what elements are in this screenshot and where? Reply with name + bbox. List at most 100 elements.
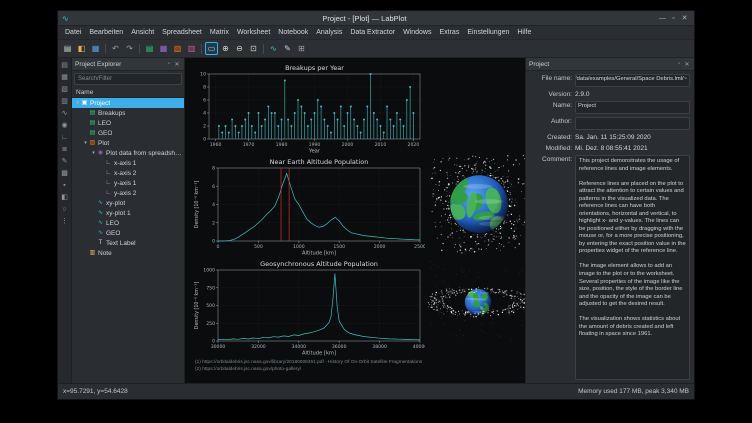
undock-icon[interactable]: ▫ — [675, 61, 683, 67]
tool-spreadsheet-icon[interactable]: ▤ — [59, 60, 70, 70]
tool-curve-icon[interactable]: ∿ — [59, 108, 70, 118]
tree-item-plot[interactable]: ▾▧Plot — [72, 138, 184, 148]
tree-item-leo[interactable]: ∿LEO — [72, 218, 184, 228]
tree-item-y-axis-2[interactable]: ∟y-axis 2 — [72, 188, 184, 198]
undo-icon[interactable]: ↶ — [109, 42, 122, 55]
svg-text:250: 250 — [206, 321, 215, 327]
tool-axis-icon[interactable]: ∟ — [59, 132, 70, 142]
zoom-out-icon[interactable]: ⊖ — [233, 42, 246, 55]
expander-icon[interactable]: ▾ — [82, 140, 89, 146]
menu-data-extractor[interactable]: Data Extractor — [346, 29, 399, 36]
close-icon[interactable]: ✕ — [683, 61, 691, 68]
save-project-icon[interactable]: ▦ — [89, 42, 102, 55]
author-input[interactable] — [575, 117, 690, 130]
tool-label-icon[interactable]: ✎ — [59, 156, 70, 166]
tree-item-text-label[interactable]: TText Label — [72, 238, 184, 248]
tool-datapicker-icon[interactable]: ○ — [59, 204, 70, 214]
open-project-icon[interactable]: ◧ — [75, 42, 88, 55]
expander-icon[interactable]: ▾ — [90, 150, 97, 156]
minimize-icon[interactable]: — — [657, 15, 668, 22]
menu-datei[interactable]: Datei — [61, 29, 85, 36]
close-icon[interactable]: ✕ — [679, 14, 690, 22]
tree-item-project[interactable]: ▾▣Project — [72, 98, 184, 108]
menu-worksheet[interactable]: Worksheet — [233, 29, 274, 36]
new-project-icon[interactable]: ▤ — [61, 42, 74, 55]
svg-text:Breakups per Year: Breakups per Year — [285, 64, 344, 72]
name-input[interactable]: Project — [575, 101, 690, 114]
zoom-in-icon[interactable]: ⊕ — [219, 42, 232, 55]
menu-extras[interactable]: Extras — [435, 29, 463, 36]
earth-geo-ring-image[interactable] — [427, 261, 525, 343]
svg-text:Near Earth Altitude Population: Near Earth Altitude Population — [270, 158, 369, 166]
select-mode-icon[interactable]: ▭ — [205, 42, 218, 55]
menu-einstellungen[interactable]: Einstellungen — [463, 29, 513, 36]
search-input[interactable]: Search/Filter — [74, 73, 182, 85]
toolbar-separator — [139, 44, 140, 54]
svg-text:Density [10⁻⁹ km⁻³]: Density [10⁻⁹ km⁻³] — [194, 282, 200, 330]
new-matrix-icon[interactable]: ▦ — [157, 42, 170, 55]
close-icon[interactable]: ✕ — [173, 61, 181, 68]
tree-item-plot-data-from-spreadsheet[interactable]: ▾◉Plot data from spreadsheet — [72, 148, 184, 158]
tool-legend-icon[interactable]: ≣ — [59, 144, 70, 154]
svg-text:Altitude [km]: Altitude [km] — [302, 351, 336, 357]
file-name-input[interactable]: ~/Projekte/labplot/data/examples/General… — [575, 74, 690, 87]
tree-item-label: GEO — [106, 230, 120, 237]
comment-textarea[interactable]: This project demonstrates the usage of r… — [575, 155, 690, 380]
tool-folder-icon[interactable]: ◧ — [59, 192, 70, 202]
menu-matrix[interactable]: Matrix — [206, 29, 233, 36]
tree-item-xy-plot[interactable]: ∿xy-plot — [72, 198, 184, 208]
tree-item-x-axis-2[interactable]: ∟x-axis 2 — [72, 168, 184, 178]
menu-spreadsheet[interactable]: Spreadsheet — [158, 29, 206, 36]
svg-text:8: 8 — [212, 166, 215, 172]
tree-column-header[interactable]: Name — [72, 87, 184, 98]
svg-text:1970: 1970 — [243, 142, 255, 148]
tree-item-x-axis-1[interactable]: ∟x-axis 1 — [72, 158, 184, 168]
tool-plot-icon[interactable]: ◉ — [59, 120, 70, 130]
labplot-window: ∿ Project - [Plot] — LabPlot — ▫ ✕ Datei… — [57, 10, 695, 400]
tree-item-y-axis-1[interactable]: ∟y-axis 1 — [72, 178, 184, 188]
tree-item-breakups[interactable]: ▤Breakups — [72, 108, 184, 118]
curve-icon: ∿ — [97, 230, 104, 237]
tool-more-icon[interactable]: ⋮ — [59, 216, 70, 226]
new-worksheet-icon[interactable]: ▧ — [171, 42, 184, 55]
worksheet-view[interactable]: 19601970198019902000201020200246810Break… — [185, 58, 525, 383]
menu-notebook[interactable]: Notebook — [274, 29, 312, 36]
tool-notebook-icon[interactable]: ▥ — [59, 96, 70, 106]
project-properties-title: Project — [529, 61, 549, 68]
new-notebook-icon[interactable]: ▥ — [185, 42, 198, 55]
expander-icon[interactable]: ▾ — [74, 100, 81, 106]
svg-text:Year: Year — [308, 149, 321, 155]
menu-ansicht[interactable]: Ansicht — [127, 29, 158, 36]
add-curve-icon[interactable]: ∿ — [267, 42, 280, 55]
project-explorer-header[interactable]: Project Explorer ▫ ✕ — [72, 58, 184, 71]
redo-icon[interactable]: ↷ — [123, 42, 136, 55]
undock-icon[interactable]: ▫ — [165, 61, 173, 67]
tree-item-label: xy-plot 1 — [106, 210, 131, 217]
near-earth-altitude-chart[interactable]: 0500100015002000250002468Near Earth Alti… — [193, 156, 425, 256]
new-spreadsheet-icon[interactable]: ▤ — [143, 42, 156, 55]
earth-leo-debris-image[interactable] — [431, 154, 525, 254]
zoom-fit-icon[interactable]: ⊡ — [247, 42, 260, 55]
tree-item-xy-plot-1[interactable]: ∿xy-plot 1 — [72, 208, 184, 218]
tool-histogram-icon[interactable]: ▪ — [59, 180, 70, 190]
project-properties-header[interactable]: Project ▫ ✕ — [526, 58, 694, 71]
tree-item-geo[interactable]: ∿GEO — [72, 228, 184, 238]
maximize-icon[interactable]: ▫ — [668, 15, 679, 22]
axis-icon: ∟ — [105, 190, 112, 197]
geosynchronous-altitude-chart[interactable]: 3000032000340003600038000400000250500750… — [193, 258, 425, 356]
breakups-per-year-chart[interactable]: 19601970198019902000201020200246810Break… — [193, 62, 425, 154]
grid-icon[interactable]: ⊞ — [295, 42, 308, 55]
tool-image-icon[interactable]: ▩ — [59, 168, 70, 178]
tool-worksheet-icon[interactable]: ▧ — [59, 84, 70, 94]
tree-item-note[interactable]: ▥Note — [72, 248, 184, 258]
tool-matrix-icon[interactable]: ▦ — [59, 72, 70, 82]
menu-windows[interactable]: Windows — [399, 29, 435, 36]
title-bar[interactable]: ∿ Project - [Plot] — LabPlot — ▫ ✕ — [58, 11, 694, 26]
add-text-label-icon[interactable]: ✎ — [281, 42, 294, 55]
tree-item-geo[interactable]: ▤GEO — [72, 128, 184, 138]
field-label: Name: — [530, 101, 572, 114]
menu-hilfe[interactable]: Hilfe — [513, 29, 535, 36]
menu-bearbeiten[interactable]: Bearbeiten — [85, 29, 127, 36]
menu-analysis[interactable]: Analysis — [312, 29, 346, 36]
tree-item-leo[interactable]: ▤LEO — [72, 118, 184, 128]
